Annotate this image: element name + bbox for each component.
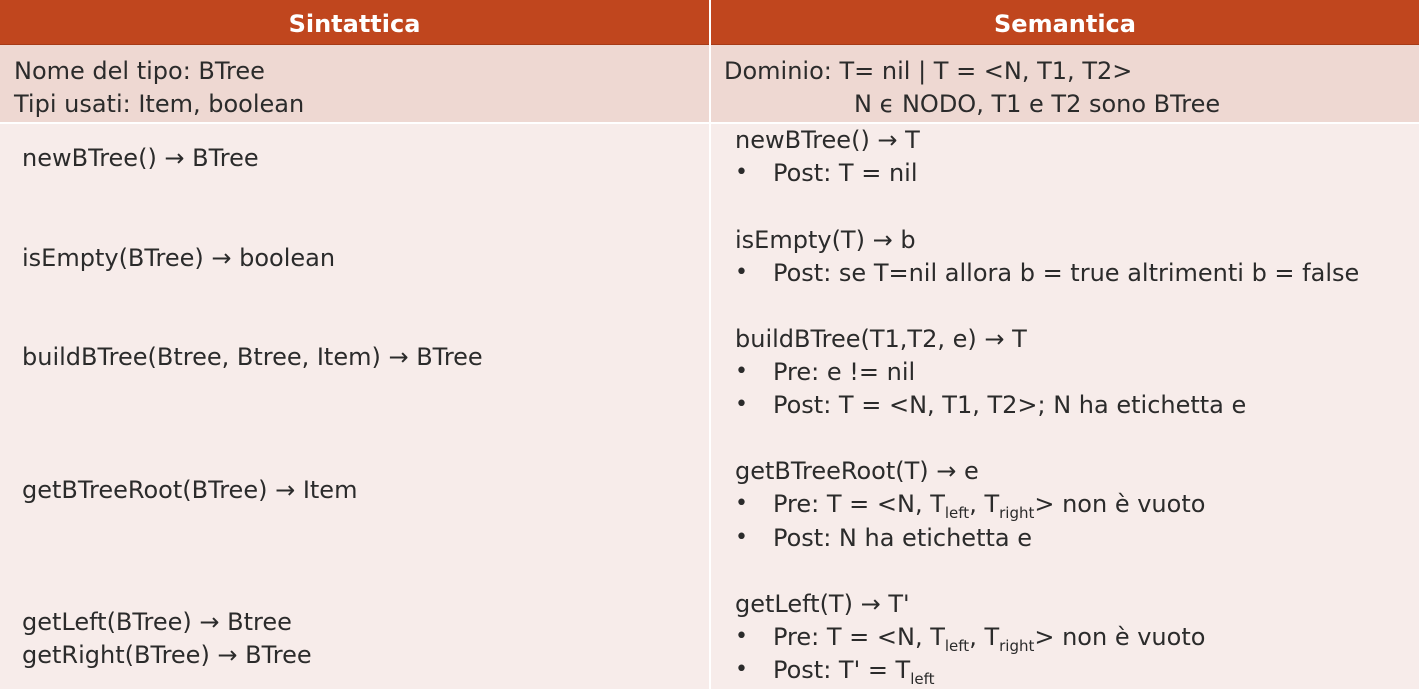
- domain-line-1: Dominio: T= nil | T = <N, T1, T2>: [724, 57, 1133, 85]
- header-semantica: Semantica: [994, 10, 1136, 38]
- semantic-newbtree-signature: newBTree() → T: [735, 126, 920, 154]
- syntax-getright: getRight(BTree) → BTree: [22, 641, 312, 669]
- semantic-isempty-post: Post: se T=nil allora b = true altriment…: [773, 259, 1360, 287]
- semantic-buildbtree-pre: Pre: e != nil: [773, 358, 916, 386]
- semantic-getleft-post: Post: T' = Tleft: [773, 656, 935, 688]
- bullet-icon: •: [735, 160, 748, 185]
- syntax-buildbtree: buildBTree(Btree, Btree, Item) → BTree: [22, 343, 483, 371]
- semantic-newbtree-post: Post: T = nil: [773, 159, 918, 187]
- semantic-getbtreeroot-pre: Pre: T = <N, Tleft, Tright> non è vuoto: [773, 490, 1206, 522]
- semantic-getleft-signature: getLeft(T) → T': [735, 590, 910, 618]
- bullet-icon: •: [735, 359, 748, 384]
- bullet-icon: •: [735, 491, 748, 516]
- header-sintattica: Sintattica: [288, 10, 421, 38]
- column-divider: [709, 0, 711, 689]
- adt-table: Sintattica Semantica Nome del tipo: BTre…: [0, 0, 1419, 689]
- semantic-isempty-signature: isEmpty(T) → b: [735, 226, 916, 254]
- syntax-isempty: isEmpty(BTree) → boolean: [22, 244, 336, 272]
- domain-line-2: N ϵ NODO, T1 e T2 sono BTree: [854, 90, 1221, 118]
- type-name: Nome del tipo: BTree: [14, 57, 265, 85]
- semantic-buildbtree-post: Post: T = <N, T1, T2>; N ha etichetta e: [773, 391, 1247, 419]
- semantic-getbtreeroot-post: Post: N ha etichetta e: [773, 524, 1032, 552]
- syntax-getbtreeroot: getBTreeRoot(BTree) → Item: [22, 476, 358, 504]
- semantic-getbtreeroot-signature: getBTreeRoot(T) → e: [735, 457, 979, 485]
- semantic-buildbtree-signature: buildBTree(T1,T2, e) → T: [735, 325, 1027, 353]
- bullet-icon: •: [735, 624, 748, 649]
- syntax-newbtree: newBTree() → BTree: [22, 144, 259, 172]
- syntax-getleft: getLeft(BTree) → Btree: [22, 608, 292, 636]
- bullet-icon: •: [735, 260, 748, 285]
- bullet-icon: •: [735, 525, 748, 550]
- semantic-getleft-pre: Pre: T = <N, Tleft, Tright> non è vuoto: [773, 623, 1206, 655]
- bullet-icon: •: [735, 657, 748, 682]
- types-used: Tipi usati: Item, boolean: [14, 90, 305, 118]
- bullet-icon: •: [735, 392, 748, 417]
